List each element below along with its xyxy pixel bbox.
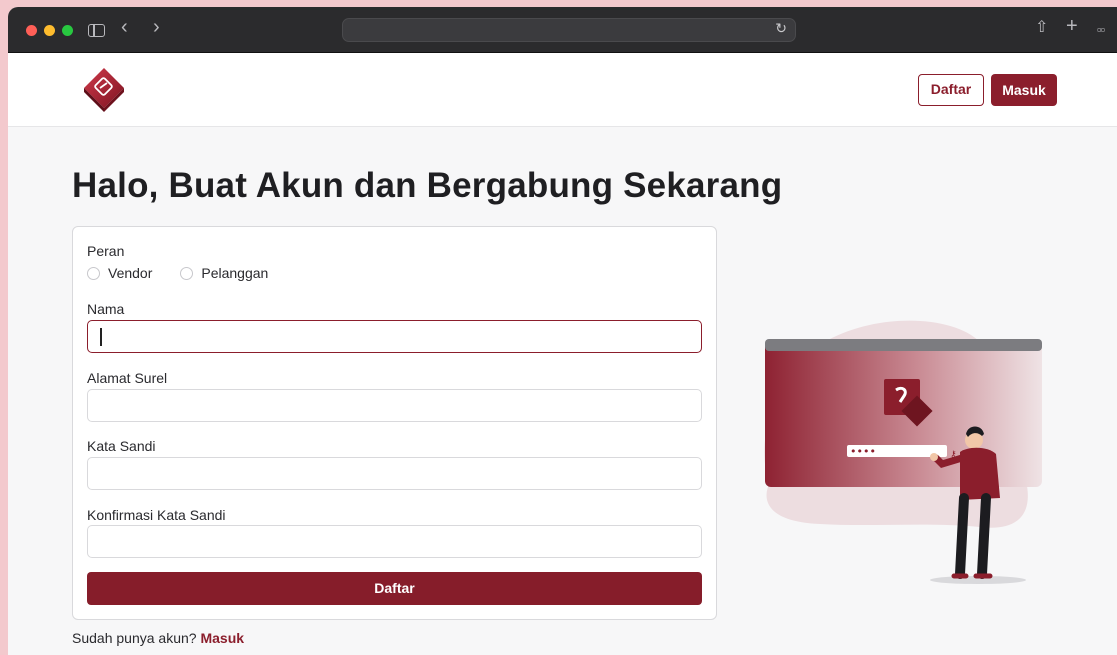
submit-register-button[interactable]: Daftar [87, 572, 702, 605]
radio-customer[interactable] [180, 266, 194, 280]
password-input[interactable] [87, 457, 702, 490]
login-prompt-text: Sudah punya akun? [72, 630, 197, 646]
reload-icon[interactable]: ↻ [775, 20, 787, 37]
role-option-label: Vendor [108, 265, 153, 281]
role-label: Peran [87, 243, 125, 259]
email-input[interactable] [87, 389, 702, 422]
role-option-label: Pelanggan [201, 265, 269, 281]
person-torso [960, 447, 1000, 500]
name-label: Nama [87, 301, 125, 317]
role-radio-group: Vendor Pelanggan [87, 265, 296, 281]
sidebar-toggle-icon[interactable] [88, 24, 105, 37]
site-header: Daftar Masuk [8, 53, 1117, 127]
login-button[interactable]: Masuk [991, 74, 1057, 106]
tab-overview-icon[interactable]: ▫▫ [1097, 20, 1105, 40]
brand-logo-icon[interactable] [83, 67, 125, 113]
role-option-vendor[interactable]: Vendor [87, 265, 152, 281]
password-label: Kata Sandi [87, 438, 156, 454]
confirm-password-input[interactable] [87, 525, 702, 558]
register-button[interactable]: Daftar [918, 74, 984, 106]
role-option-customer[interactable]: Pelanggan [180, 265, 268, 281]
minimize-window-button[interactable] [44, 25, 55, 36]
close-window-button[interactable] [26, 25, 37, 36]
login-prompt: Sudah punya akun? Masuk [72, 630, 244, 646]
back-icon[interactable]: ‹ [121, 17, 128, 37]
text-caret [100, 328, 102, 346]
new-tab-icon[interactable]: + [1066, 16, 1078, 36]
email-label: Alamat Surel [87, 370, 168, 386]
name-input[interactable] [87, 320, 702, 353]
zoom-window-button[interactable] [62, 25, 73, 36]
signup-illustration: •••• ⚷ [764, 320, 1042, 584]
page-title: Halo, Buat Akun dan Bergabung Sekarang [72, 166, 783, 205]
confirm-password-label: Konfirmasi Kata Sandi [87, 507, 226, 523]
register-form: Peran Vendor Pelanggan Nama Alamat Surel… [72, 226, 717, 620]
browser-toolbar: ‹ › ↻ ⇧ + ▫▫ [8, 7, 1117, 53]
share-icon[interactable]: ⇧ [1035, 18, 1048, 38]
password-mask-text: •••• [850, 445, 876, 458]
address-bar[interactable]: ↻ [342, 18, 796, 42]
radio-vendor[interactable] [87, 266, 100, 280]
forward-icon[interactable]: › [153, 17, 160, 37]
login-link[interactable]: Masuk [200, 630, 244, 646]
